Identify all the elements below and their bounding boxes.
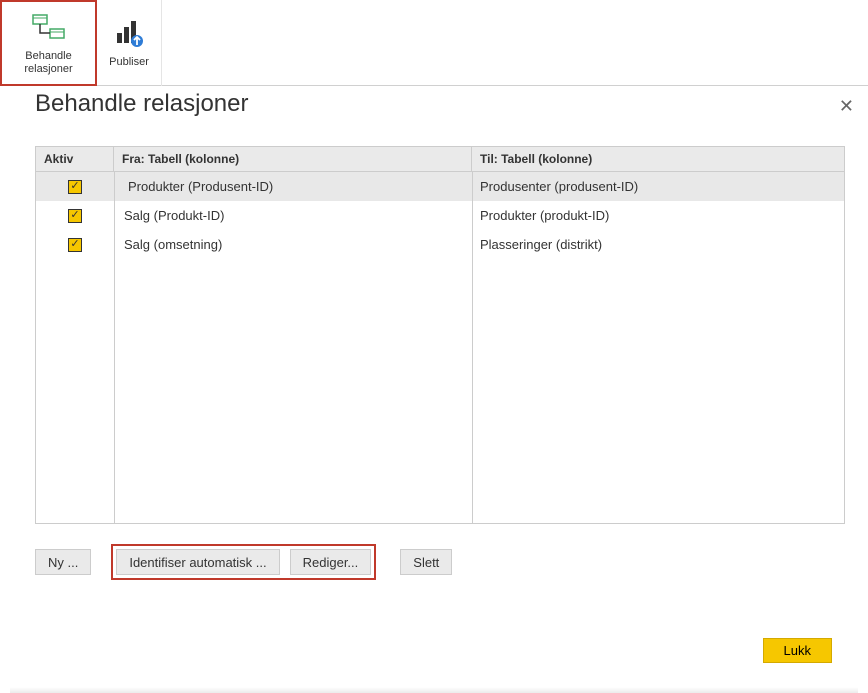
dialog-footer: Lukk — [763, 638, 832, 663]
cell-from: Salg (omsetning) — [114, 232, 472, 257]
manage-relationships-button[interactable]: Behandle relasjoner — [0, 0, 97, 86]
relationships-table: Aktiv Fra: Tabell (kolonne) Til: Tabell … — [35, 146, 845, 524]
active-checkbox[interactable]: ✓ — [68, 180, 82, 194]
close-button[interactable]: Lukk — [763, 638, 832, 663]
manage-relationships-dialog: Behandle relasjoner Aktiv Fra: Tabell (k… — [35, 90, 845, 580]
col-header-active[interactable]: Aktiv — [36, 147, 114, 171]
active-checkbox[interactable]: ✓ — [68, 238, 82, 252]
manage-relationships-icon — [32, 10, 66, 46]
col-header-from[interactable]: Fra: Tabell (kolonne) — [114, 147, 472, 171]
ribbon-label-line1: Behandle — [25, 50, 72, 63]
auto-detect-button[interactable]: Identifiser automatisk ... — [116, 549, 279, 575]
cell-from: Salg (Produkt-ID) — [114, 203, 472, 228]
cell-to: Produkter (produkt-ID) — [472, 203, 844, 228]
ribbon-label-line2: relasjoner — [24, 63, 72, 76]
table-row[interactable]: ✓ Produkter (Produsent-ID) Produsenter (… — [36, 172, 844, 201]
dialog-title: Behandle relasjoner — [35, 90, 845, 118]
column-divider — [472, 172, 473, 523]
cell-to: Plasseringer (distrikt) — [472, 232, 844, 257]
publish-icon — [113, 16, 145, 52]
ribbon-toolbar: Behandle relasjoner Publiser — [0, 0, 868, 86]
highlighted-button-group: Identifiser automatisk ... Rediger... — [111, 544, 376, 580]
ribbon-publish-label: Publiser — [109, 56, 149, 69]
table-row[interactable]: ✓ Salg (Produkt-ID) Produkter (produkt-I… — [36, 201, 844, 230]
table-row[interactable]: ✓ Salg (omsetning) Plasseringer (distrik… — [36, 230, 844, 259]
dialog-buttons: Ny ... Identifiser automatisk ... Redige… — [35, 544, 845, 580]
delete-button[interactable]: Slett — [400, 549, 452, 575]
column-divider — [114, 172, 115, 523]
col-header-to[interactable]: Til: Tabell (kolonne) — [472, 147, 844, 171]
table-body: ✓ Produkter (Produsent-ID) Produsenter (… — [36, 172, 844, 523]
edit-button[interactable]: Rediger... — [290, 549, 372, 575]
publish-button[interactable]: Publiser — [97, 0, 162, 86]
cell-to: Produsenter (produsent-ID) — [472, 174, 844, 199]
active-checkbox[interactable]: ✓ — [68, 209, 82, 223]
new-button[interactable]: Ny ... — [35, 549, 91, 575]
shadow-decoration — [10, 687, 858, 693]
table-header: Aktiv Fra: Tabell (kolonne) Til: Tabell … — [36, 147, 844, 172]
cell-from: Produkter (Produsent-ID) — [114, 174, 472, 199]
